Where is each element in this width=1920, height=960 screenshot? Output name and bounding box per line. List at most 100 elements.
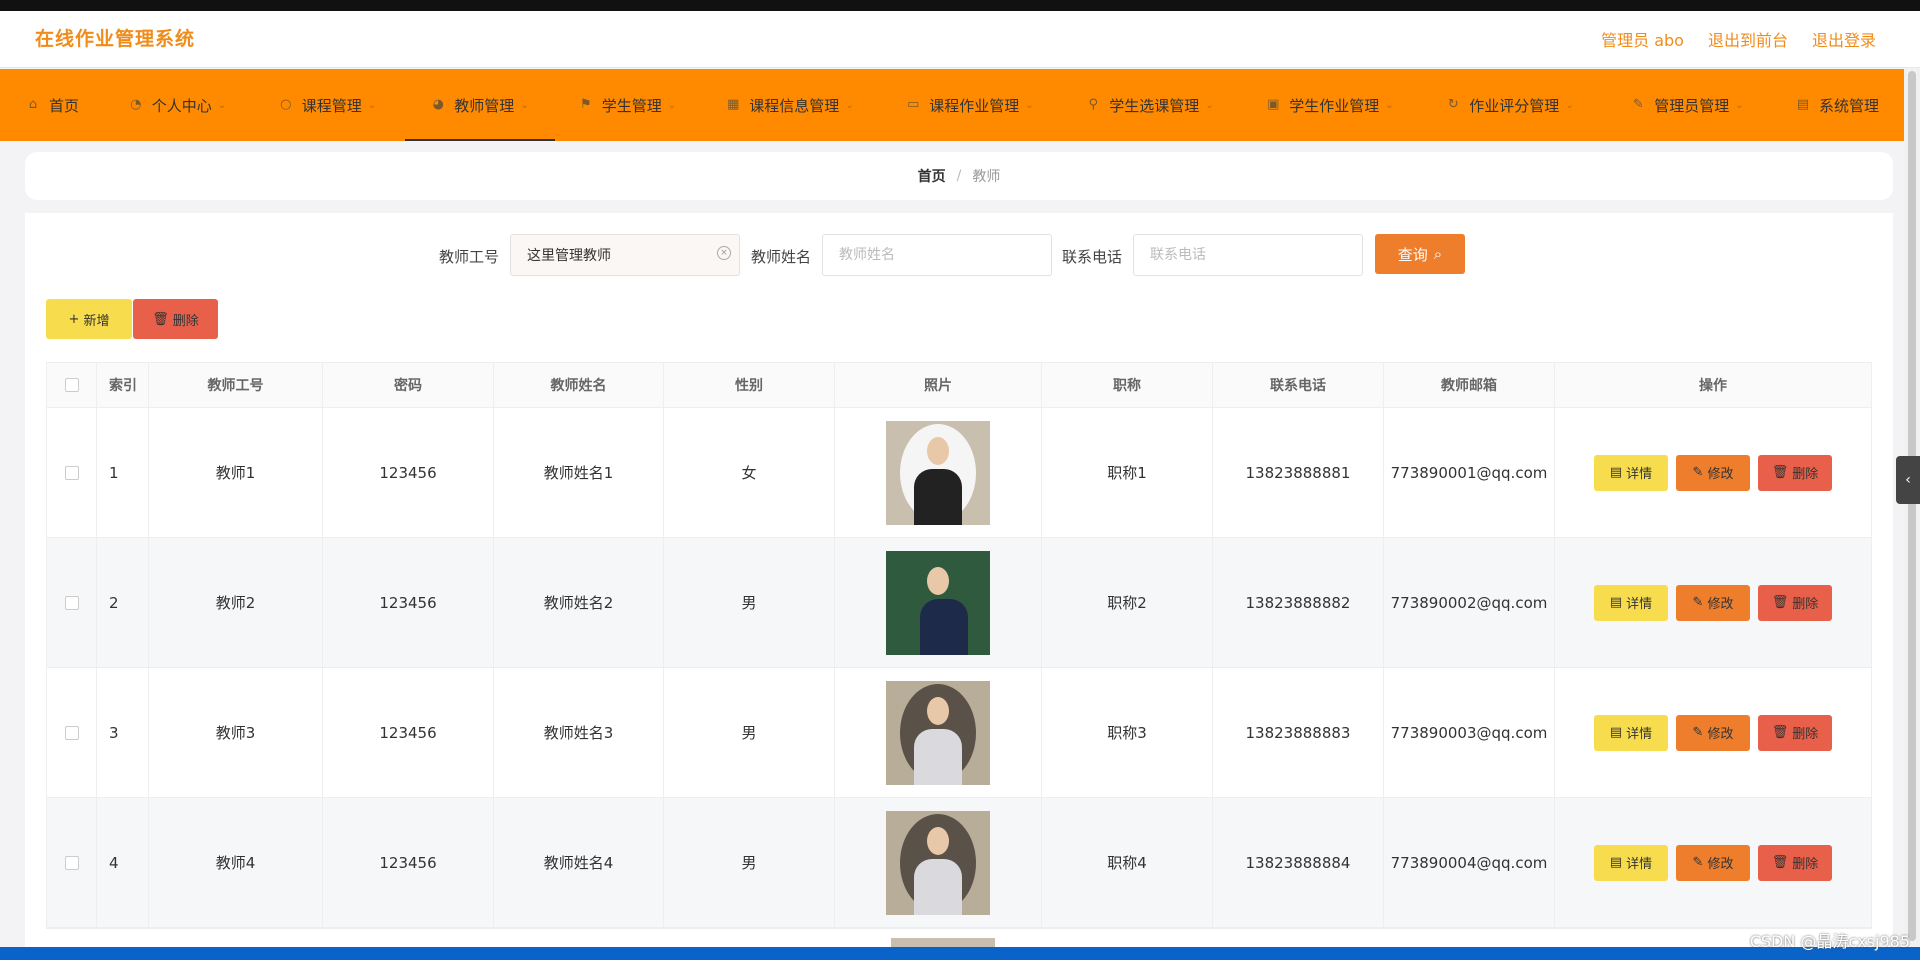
row-checkbox[interactable]: [64, 855, 79, 870]
table-row: 1 教师1 123456 教师姓名1 女 职称1 13823888881 773890001@…: [47, 408, 1871, 538]
actions-cell: ▤ 详情 ✎ 修改 🗑 删除: [1555, 668, 1871, 797]
table-row: 2 教师2 123456 教师姓名2 男 职称2 13823888882 773890002@…: [47, 538, 1871, 668]
nav-item-label: 课程信息管理: [749, 96, 840, 115]
page-scrollbar[interactable]: [1904, 69, 1920, 949]
col-title: 职称: [1042, 363, 1213, 407]
row-checkbox[interactable]: [64, 465, 79, 480]
pen-icon: ✎: [1692, 465, 1704, 480]
trash-icon: 🗑: [152, 311, 169, 327]
delete-button[interactable]: 🗑 删除: [1758, 844, 1832, 881]
delete-button-label: 删除: [1792, 597, 1819, 612]
teacher-photo[interactable]: [886, 550, 990, 655]
nav-item-10[interactable]: ✎ 管理员管理 ⌄: [1600, 69, 1775, 141]
nav-item-label: 学生管理: [601, 96, 662, 115]
phone-input[interactable]: [1133, 234, 1363, 276]
pin-icon: ⚲: [1088, 97, 1099, 112]
pen-icon: ✎: [1692, 725, 1704, 740]
admin-user-link[interactable]: 管理员 abo: [1601, 27, 1684, 51]
chevron-down-icon: ⌄: [217, 99, 227, 111]
detail-button[interactable]: ▤ 详情: [1594, 454, 1668, 491]
scrollbar-thumb[interactable]: [1908, 71, 1916, 941]
pen-icon: ✎: [1632, 97, 1644, 112]
teacher-photo[interactable]: [886, 680, 990, 785]
edit-button-label: 修改: [1707, 727, 1734, 742]
email-cell: 773890002@qq.com: [1384, 538, 1555, 667]
next-row-photo-partial: [891, 938, 995, 947]
doc-icon: ▤: [1796, 97, 1810, 112]
nav-item-label: 学生作业管理: [1289, 96, 1380, 115]
detail-button[interactable]: ▤ 详情: [1594, 584, 1668, 621]
edit-button[interactable]: ✎ 修改: [1676, 454, 1750, 491]
delete-button[interactable]: 🗑 删除: [1758, 714, 1832, 751]
plus-icon: +: [68, 311, 80, 327]
home-icon: ⌂: [28, 97, 38, 112]
nav-item-8[interactable]: ▣ 学生作业管理 ⌄: [1240, 69, 1420, 141]
chevron-down-icon: ⌄: [520, 99, 529, 111]
trash-icon: 🗑: [1771, 595, 1789, 610]
select-cell: [47, 798, 97, 927]
detail-button[interactable]: ▤ 详情: [1594, 844, 1668, 881]
breadcrumb-home[interactable]: 首页: [918, 166, 946, 186]
delete-button[interactable]: 🗑 删除: [1758, 454, 1832, 491]
nav-item-5[interactable]: ▦ 课程信息管理 ⌄: [700, 69, 880, 141]
row-checkbox[interactable]: [64, 725, 79, 740]
phone-label: 联系电话: [1062, 248, 1123, 266]
nav-item-label: 课程管理: [301, 96, 362, 115]
pen-icon: ✎: [1692, 595, 1704, 610]
teacher-id-input[interactable]: [510, 234, 740, 276]
nav-item-4[interactable]: ⚑ 学生管理 ⌄: [555, 69, 700, 141]
logout-link[interactable]: 退出登录: [1812, 27, 1876, 51]
teacher-name-input[interactable]: [822, 234, 1052, 276]
teacher-id-label: 教师工号: [439, 248, 500, 266]
nav-item-3[interactable]: ◕ 教师管理 ⌄: [405, 69, 555, 141]
photo-cell: [835, 538, 1042, 667]
index-cell: 3: [97, 668, 149, 797]
nav-item-9[interactable]: ↻ 作业评分管理 ⌄: [1420, 69, 1600, 141]
nav-item-1[interactable]: ◔ 个人中心 ⌄: [105, 69, 250, 141]
doc-icon: ▤: [1609, 725, 1623, 740]
row-checkbox[interactable]: [64, 595, 79, 610]
nav-item-2[interactable]: ○ 课程管理 ⌄: [250, 69, 405, 141]
chevron-down-icon: ⌄: [1735, 99, 1744, 111]
batch-delete-button[interactable]: 🗑 删除: [133, 299, 218, 339]
nav-item-7[interactable]: ⚲ 学生选课管理 ⌄: [1060, 69, 1240, 141]
nav-item-label: 首页: [48, 96, 79, 115]
teacher-photo[interactable]: [886, 810, 990, 915]
nav-item-0[interactable]: ⌂ 首页: [0, 69, 105, 141]
delete-button[interactable]: 🗑 删除: [1758, 584, 1832, 621]
table-header: 索引 教师工号 密码 教师姓名 性别 照片 职称 联系电话 教师邮箱 操作: [47, 363, 1871, 408]
edit-button[interactable]: ✎ 修改: [1676, 844, 1750, 881]
edit-button[interactable]: ✎ 修改: [1676, 714, 1750, 751]
actions-cell: ▤ 详情 ✎ 修改 🗑 删除: [1555, 408, 1871, 537]
teacher-id-cell: 教师2: [149, 538, 323, 667]
title-cell: 职称4: [1042, 798, 1213, 927]
name-cell: 教师姓名3: [494, 668, 664, 797]
password-cell: 123456: [323, 668, 494, 797]
edit-button[interactable]: ✎ 修改: [1676, 584, 1750, 621]
clear-icon[interactable]: ×: [717, 246, 731, 260]
detail-button[interactable]: ▤ 详情: [1594, 714, 1668, 751]
back-to-frontend-link[interactable]: 退出到前台: [1708, 27, 1788, 51]
bag-icon: ▣: [1267, 97, 1280, 112]
teacher-id-cell: 教师3: [149, 668, 323, 797]
watermark: CSDN @晶涛cxsj985: [1749, 932, 1910, 951]
index-cell: 2: [97, 538, 149, 667]
teacher-table: 索引 教师工号 密码 教师姓名 性别 照片 职称 联系电话 教师邮箱 操作 1教…: [46, 362, 1872, 929]
side-panel-toggle[interactable]: ‹: [1896, 456, 1920, 504]
query-button[interactable]: 查询 ⌕: [1375, 234, 1465, 274]
detail-button-label: 详情: [1626, 467, 1653, 482]
window-top-edge: [0, 0, 1920, 11]
nav-item-11[interactable]: ▤ 系统管理: [1775, 69, 1900, 141]
select-all-checkbox[interactable]: [64, 378, 79, 392]
teacher-photo[interactable]: [886, 420, 990, 525]
title-cell: 职称2: [1042, 538, 1213, 667]
refresh-icon: ↻: [1447, 97, 1459, 112]
nav-item-label: 教师管理: [454, 96, 515, 115]
nav-item-6[interactable]: ▭ 课程作业管理 ⌄: [880, 69, 1060, 141]
pen-icon: ✎: [1692, 855, 1704, 870]
photo-cell: [835, 798, 1042, 927]
name-cell: 教师姓名2: [494, 538, 664, 667]
detail-button-label: 详情: [1626, 597, 1653, 612]
add-button[interactable]: + 新增: [46, 299, 132, 339]
actions-cell: ▤ 详情 ✎ 修改 🗑 删除: [1555, 538, 1871, 667]
